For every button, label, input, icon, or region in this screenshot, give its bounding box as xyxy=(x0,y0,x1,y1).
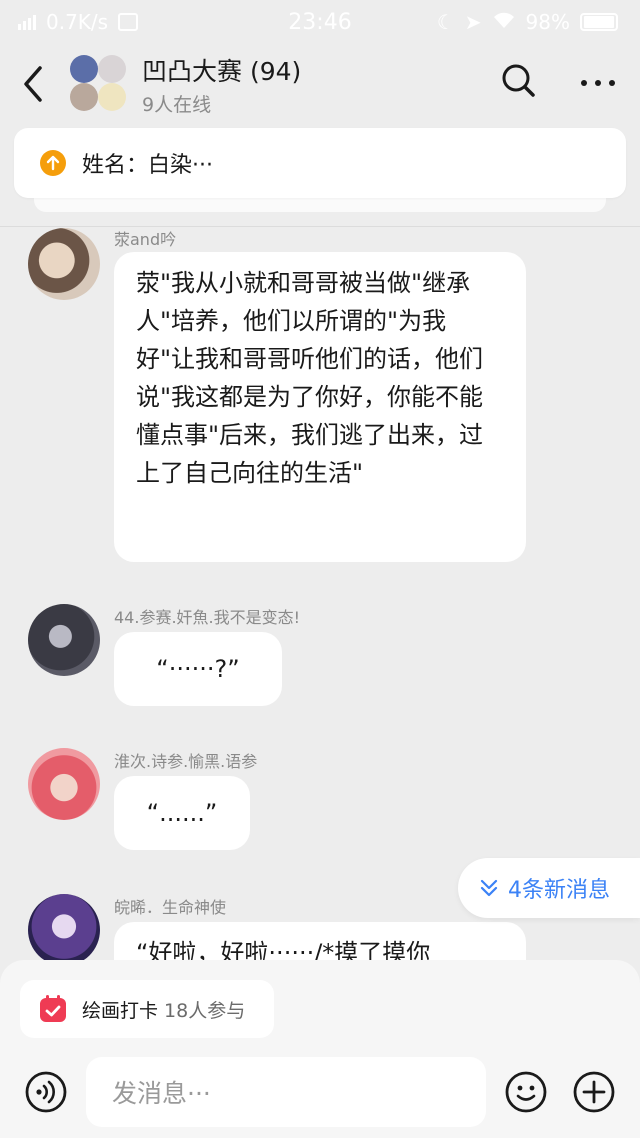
message-input[interactable]: 发消息··· xyxy=(86,1057,486,1127)
message-bubble[interactable]: 荥"我从小就和哥哥被当做"继承人"培养，他们以所谓的"为我好"让我和哥哥听他们的… xyxy=(114,252,526,562)
chat-header: 凹凸大赛 (94) 9人在线 xyxy=(0,44,640,124)
back-button[interactable] xyxy=(22,54,68,114)
group-avatar[interactable] xyxy=(70,55,128,113)
message-bubble[interactable]: “······?” xyxy=(114,632,282,706)
emoji-button[interactable] xyxy=(504,1070,548,1114)
input-bar: 发消息··· xyxy=(0,1056,640,1128)
chevron-double-down-icon xyxy=(480,879,498,897)
pinned-text: 姓名：白染··· xyxy=(82,153,213,178)
chevron-left-icon xyxy=(24,66,42,102)
drawing-checkin-card[interactable]: 绘画打卡 18人参与 xyxy=(20,980,274,1038)
bottom-panel: 绘画打卡 18人参与 发消息··· xyxy=(0,960,640,1138)
online-count: 9人在线 xyxy=(142,93,212,116)
status-bar: 0.7K/s 23:46 ☾ ➤ 98% xyxy=(0,0,640,44)
avatar[interactable] xyxy=(28,748,100,820)
add-button[interactable] xyxy=(572,1070,616,1114)
clock: 23:46 xyxy=(288,9,352,35)
checkin-participants: 18人参与 xyxy=(164,999,246,1022)
checkin-title: 绘画打卡 xyxy=(82,999,159,1022)
sender-name: 荥and吟 xyxy=(114,230,177,249)
search-button[interactable] xyxy=(500,62,536,102)
search-icon xyxy=(502,64,535,97)
voice-icon xyxy=(25,1071,67,1113)
voice-button[interactable] xyxy=(24,1070,68,1114)
more-button[interactable] xyxy=(580,73,616,92)
sender-name: 淮次.诗参.愉黑.语参 xyxy=(114,752,258,771)
avatar[interactable] xyxy=(28,228,100,300)
calendar-icon xyxy=(40,995,66,1022)
sender-name: 44.参赛.奸魚.我不是变态! xyxy=(114,608,301,627)
pinned-message[interactable]: 姓名：白染··· xyxy=(14,128,626,198)
avatar[interactable] xyxy=(28,604,100,676)
new-messages-label: 4条新消息 xyxy=(508,878,610,903)
group-title: 凹凸大赛 (94) xyxy=(142,56,302,86)
plus-icon xyxy=(573,1071,615,1113)
sender-name: 皖晞．生命神使 xyxy=(114,898,227,917)
message-bubble[interactable]: “......” xyxy=(114,776,250,850)
emoji-icon xyxy=(505,1071,547,1113)
avatar[interactable] xyxy=(28,894,100,966)
pinned-stack-shadow xyxy=(34,198,606,212)
new-messages-button[interactable]: 4条新消息 xyxy=(458,858,640,918)
pinned-up-icon xyxy=(40,150,66,176)
more-icon xyxy=(581,79,615,86)
divider xyxy=(0,226,640,227)
